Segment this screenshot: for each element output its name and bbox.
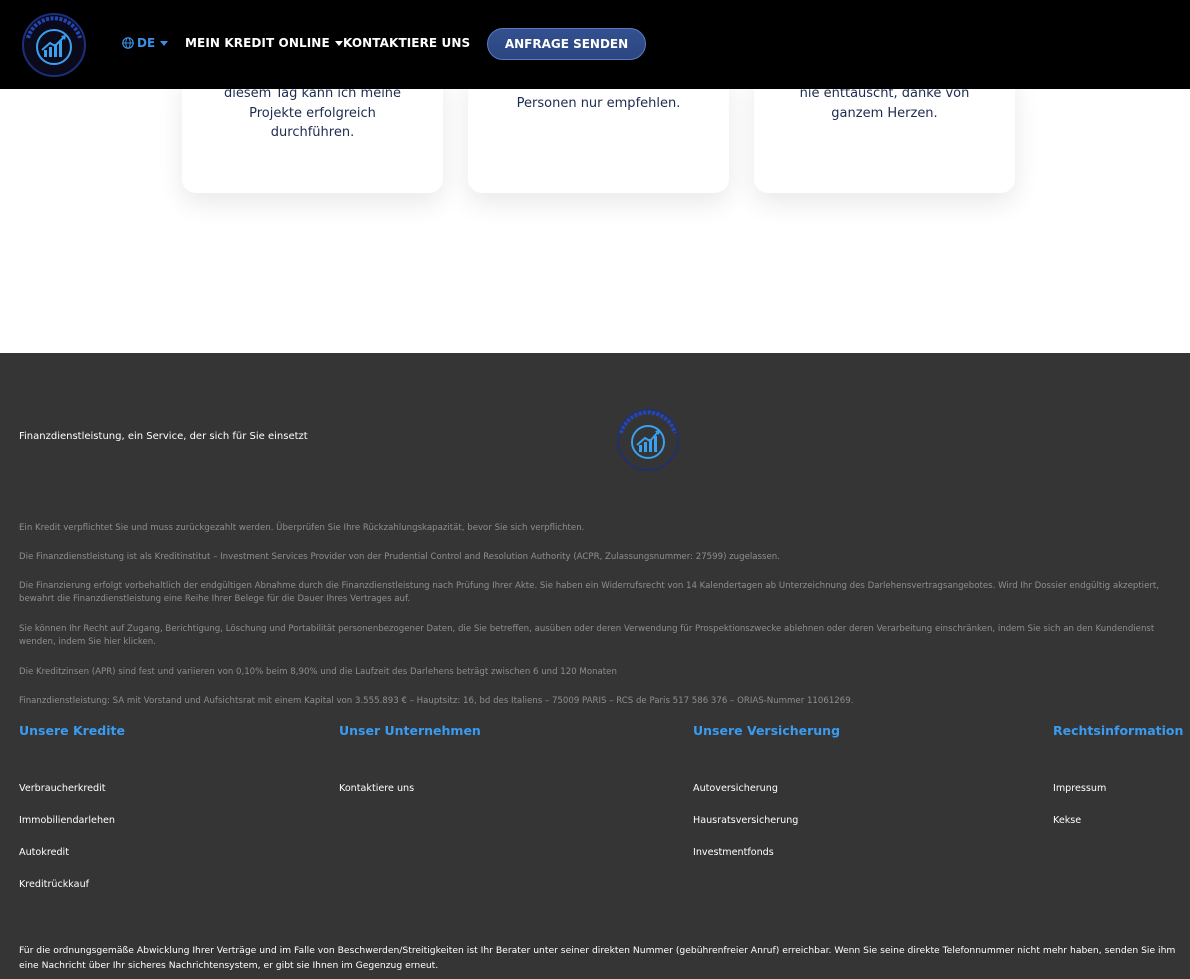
footer-link-hausratsversicherung[interactable]: Hausratsversicherung [693,815,798,826]
footer-link-autoversicherung[interactable]: Autoversicherung [693,783,778,794]
anfrage-senden-button[interactable]: ANFRAGE SENDEN [487,28,646,60]
footer-link-investmentfonds[interactable]: Investmentfonds [693,847,774,858]
footer-link-impressum[interactable]: Impressum [1053,783,1106,794]
nav-kontakt-label: KONTAKTIERE UNS [343,36,471,50]
footer-link-kekse[interactable]: Kekse [1053,815,1081,826]
footer-link-autokredit[interactable]: Autokredit [19,847,69,858]
footer-link-kontaktiere-uns[interactable]: Kontaktiere uns [339,783,414,794]
disclaimer-6: Finanzdienstleistung: SA mit Vorstand un… [19,696,854,706]
footer-tagline: Finanzdienstleistung, ein Service, der s… [19,431,308,442]
footer-bottom-note: Für die ordnungsgemäße Abwicklung Ihrer … [19,945,1176,971]
footer-col-title-kredite: Unsere Kredite [19,723,125,738]
globe-icon [122,37,134,49]
nav-kontaktiere-uns[interactable]: KONTAKTIERE UNS [343,36,470,50]
testimonial-text-3: nie enttäuscht, danke von ganzem Herzen. [799,86,970,121]
footer-link-kreditrueckkauf[interactable]: Kreditrückkauf [19,879,89,890]
disclaimer-1: Ein Kredit verpflichtet Sie und muss zur… [19,523,585,533]
testimonial-text-1: diesem Tag kann ich meine Projekte erfol… [223,86,402,140]
finance-chart-logo-icon [617,409,679,471]
disclaimer-4: Sie können Ihr Recht auf Zugang, Bericht… [19,624,1155,647]
footer-col-title-versicherung: Unsere Versicherung [693,723,841,738]
footer-link-immobiliendarlehen[interactable]: Immobiliendarlehen [19,815,115,826]
footer-col-title-rechtsinformation: Rechtsinformation [1053,723,1184,738]
disclaimer-5: Die Kreditzinsen (APR) sind fest und var… [19,667,617,677]
finance-chart-logo-icon[interactable] [18,12,90,78]
disclaimer-3: Die Finanzierung erfolgt vorbehaltlich d… [19,581,1159,604]
site-header: DE MEIN KREDIT ONLINE KONTAKTIERE UNS AN… [0,0,1190,89]
chevron-down-icon [334,40,343,46]
language-label: DE [137,36,156,50]
site-footer: Finanzdienstleistung, ein Service, der s… [0,353,1190,979]
chevron-down-icon [160,40,169,46]
footer-link-verbraucherkredit[interactable]: Verbraucherkredit [19,783,106,794]
nav-mein-kredit-label: MEIN KREDIT ONLINE [185,36,330,50]
language-switcher[interactable]: DE [122,36,169,50]
disclaimer-2: Die Finanzdienstleistung ist als Krediti… [19,552,780,562]
nav-mein-kredit-online[interactable]: MEIN KREDIT ONLINE [185,36,343,50]
footer-col-title-unternehmen: Unser Unternehmen [339,723,481,738]
